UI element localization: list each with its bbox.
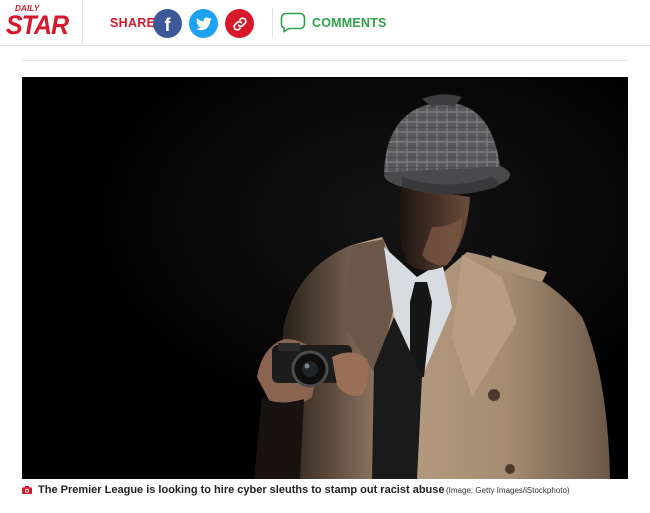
twitter-icon: [195, 16, 212, 30]
link-icon: [232, 16, 247, 31]
image-caption: The Premier League is looking to hire cy…: [22, 484, 628, 500]
caption-text: The Premier League is looking to hire cy…: [38, 484, 445, 496]
logo-star-text: STAR: [6, 10, 69, 40]
top-bar: DAILY STAR SHARE f COMMENTS: [0, 0, 650, 46]
comments-link[interactable]: COMMENTS: [312, 16, 387, 30]
header-divider: [82, 0, 83, 46]
article-hero-image: [22, 77, 628, 479]
camera-icon: [22, 486, 32, 494]
divider-line: [22, 60, 628, 61]
facebook-share-button[interactable]: f: [153, 9, 182, 38]
copy-link-button[interactable]: [225, 9, 254, 38]
caption-credit: (Image: Getty Images/iStockphoto): [446, 486, 570, 495]
twitter-share-button[interactable]: [189, 9, 218, 38]
facebook-icon: f: [164, 14, 171, 35]
detective-photo: [22, 77, 628, 479]
daily-star-logo[interactable]: DAILY STAR: [6, 4, 69, 42]
share-label: SHARE: [110, 16, 156, 30]
header-divider-2: [272, 8, 273, 38]
comment-bubble-icon[interactable]: [280, 12, 306, 33]
